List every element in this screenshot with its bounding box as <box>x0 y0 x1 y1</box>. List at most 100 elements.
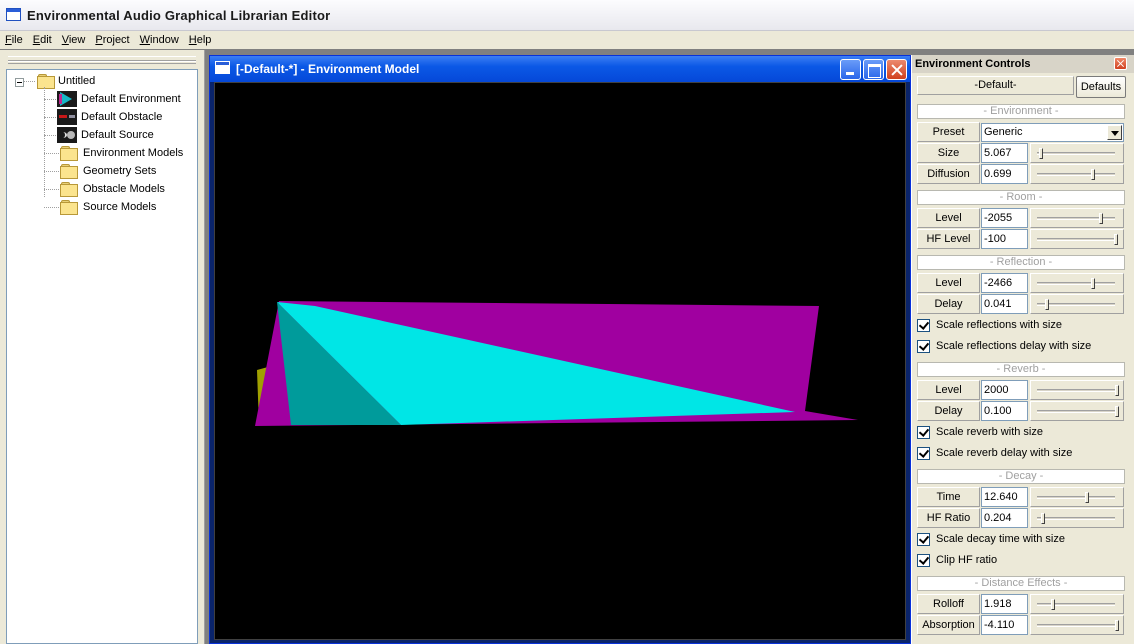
tree-item-obstacle-models[interactable]: Obstacle Models <box>60 180 165 197</box>
absorption-input[interactable]: -4.110 <box>981 615 1028 635</box>
project-tree[interactable]: Untitled Default Environment Default Obs… <box>6 69 198 644</box>
reflection-level-label: Level <box>917 273 980 293</box>
environment-icon <box>57 90 77 107</box>
room-level-slider[interactable] <box>1030 208 1124 228</box>
slider-thumb[interactable] <box>1051 599 1055 610</box>
diffusion-slider[interactable] <box>1030 164 1124 184</box>
diffusion-input[interactable]: 0.699 <box>981 164 1028 184</box>
slider-thumb[interactable] <box>1085 492 1090 503</box>
section-environment: - Environment - <box>917 104 1125 119</box>
menu-project[interactable]: Project <box>90 31 134 49</box>
tree-item-label: Geometry Sets <box>83 164 157 177</box>
checkbox-label: Scale reflections delay with size <box>936 340 1092 352</box>
preset-value: Generic <box>984 126 1023 138</box>
section-room: - Room - <box>917 190 1125 205</box>
room-level-label: Level <box>917 208 980 228</box>
collapse-toggle-icon[interactable] <box>15 78 24 87</box>
menu-file[interactable]: File <box>0 31 28 49</box>
checkbox-checked-icon[interactable] <box>917 339 930 353</box>
tree-item-label: Environment Models <box>83 146 184 159</box>
room-hf-level-slider[interactable] <box>1030 229 1124 249</box>
checkbox-checked-icon[interactable] <box>917 446 930 460</box>
checkbox-checked-icon[interactable] <box>917 425 930 439</box>
diffusion-label: Diffusion <box>917 164 980 184</box>
tree-item-geometry-sets[interactable]: Geometry Sets <box>60 162 156 179</box>
child-window-icon[interactable] <box>215 61 230 74</box>
controls-titlebar[interactable]: Environment Controls <box>912 55 1134 73</box>
environment-model-render <box>255 301 858 426</box>
size-slider[interactable] <box>1030 143 1124 163</box>
tree-item-default-environment[interactable]: Default Environment <box>57 90 181 107</box>
tree-item-default-obstacle[interactable]: Default Obstacle <box>57 108 162 125</box>
panel-grip[interactable] <box>8 56 196 64</box>
room-hf-level-label: HF Level <box>917 229 980 249</box>
section-reflection: - Reflection - <box>917 255 1125 270</box>
room-level-input[interactable]: -2055 <box>981 208 1028 228</box>
chevron-down-icon[interactable] <box>1107 125 1122 140</box>
child-window-titlebar[interactable]: [-Default-*] - Environment Model <box>210 56 910 82</box>
rolloff-slider[interactable] <box>1030 594 1124 614</box>
absorption-slider[interactable] <box>1030 615 1124 635</box>
source-icon <box>57 126 77 143</box>
reflection-level-slider[interactable] <box>1030 273 1124 293</box>
folder-icon <box>60 200 78 215</box>
defaults-button[interactable]: Defaults <box>1076 76 1126 98</box>
reflection-delay-input[interactable]: 0.041 <box>981 294 1028 314</box>
decay-hf-ratio-input[interactable]: 0.204 <box>981 508 1028 528</box>
checkbox-label: Scale reflections with size <box>936 319 1062 331</box>
decay-hf-ratio-label: HF Ratio <box>917 508 980 528</box>
tree-item-environment-models[interactable]: Environment Models <box>60 144 183 161</box>
preset-select[interactable]: Generic <box>981 123 1124 142</box>
slider-thumb[interactable] <box>1115 385 1119 396</box>
decay-hf-ratio-slider[interactable] <box>1030 508 1124 528</box>
section-decay: - Decay - <box>917 469 1125 484</box>
checkbox-checked-icon[interactable] <box>917 553 930 567</box>
tree-item-source-models[interactable]: Source Models <box>60 198 156 215</box>
controls-close-icon[interactable] <box>1114 57 1127 70</box>
menu-view[interactable]: View <box>57 31 91 49</box>
tree-item-default-source[interactable]: Default Source <box>57 126 154 143</box>
slider-thumb[interactable] <box>1114 234 1119 245</box>
slider-thumb[interactable] <box>1091 169 1095 180</box>
controls-title: Environment Controls <box>915 58 1031 70</box>
decay-time-label: Time <box>917 487 980 507</box>
checkbox-checked-icon[interactable] <box>917 532 930 546</box>
slider-thumb[interactable] <box>1045 299 1050 310</box>
reflection-delay-slider[interactable] <box>1030 294 1124 314</box>
reverb-delay-slider[interactable] <box>1030 401 1124 421</box>
scale-reverb-checkbox[interactable]: Scale reverb with size <box>917 424 1043 440</box>
slider-thumb[interactable] <box>1099 213 1103 224</box>
environment-controls-panel: Environment Controls -Default- Defaults … <box>911 55 1134 644</box>
decay-time-input[interactable]: 12.640 <box>981 487 1028 507</box>
tree-item-untitled[interactable]: Untitled <box>37 72 95 89</box>
slider-thumb[interactable] <box>1041 513 1046 524</box>
slider-thumb[interactable] <box>1115 620 1119 631</box>
slider-thumb[interactable] <box>1115 406 1119 417</box>
clip-hf-ratio-checkbox[interactable]: Clip HF ratio <box>917 552 997 568</box>
reverb-delay-input[interactable]: 0.100 <box>981 401 1028 421</box>
reverb-level-slider[interactable] <box>1030 380 1124 400</box>
room-hf-level-input[interactable]: -100 <box>981 229 1028 249</box>
3d-viewport[interactable] <box>214 82 906 640</box>
checkbox-label: Scale reverb with size <box>936 426 1043 438</box>
folder-icon <box>37 74 55 89</box>
decay-time-slider[interactable] <box>1030 487 1124 507</box>
rolloff-input[interactable]: 1.918 <box>981 594 1028 614</box>
scale-reverb-delay-checkbox[interactable]: Scale reverb delay with size <box>917 445 1072 461</box>
reflection-level-input[interactable]: -2466 <box>981 273 1028 293</box>
scale-reflections-delay-checkbox[interactable]: Scale reflections delay with size <box>917 338 1091 354</box>
menu-help[interactable]: Help <box>184 31 217 49</box>
maximize-button[interactable] <box>863 59 884 80</box>
slider-thumb[interactable] <box>1091 278 1095 289</box>
menu-window[interactable]: Window <box>135 31 184 49</box>
close-button[interactable] <box>886 59 907 80</box>
reverb-level-input[interactable]: 2000 <box>981 380 1028 400</box>
menu-bar: File Edit View Project Window Help <box>0 31 1134 49</box>
scale-decay-time-checkbox[interactable]: Scale decay time with size <box>917 531 1065 547</box>
checkbox-checked-icon[interactable] <box>917 318 930 332</box>
slider-thumb[interactable] <box>1039 148 1043 159</box>
menu-edit[interactable]: Edit <box>28 31 57 49</box>
scale-reflections-checkbox[interactable]: Scale reflections with size <box>917 317 1062 333</box>
minimize-button[interactable] <box>840 59 861 80</box>
size-input[interactable]: 5.067 <box>981 143 1028 163</box>
